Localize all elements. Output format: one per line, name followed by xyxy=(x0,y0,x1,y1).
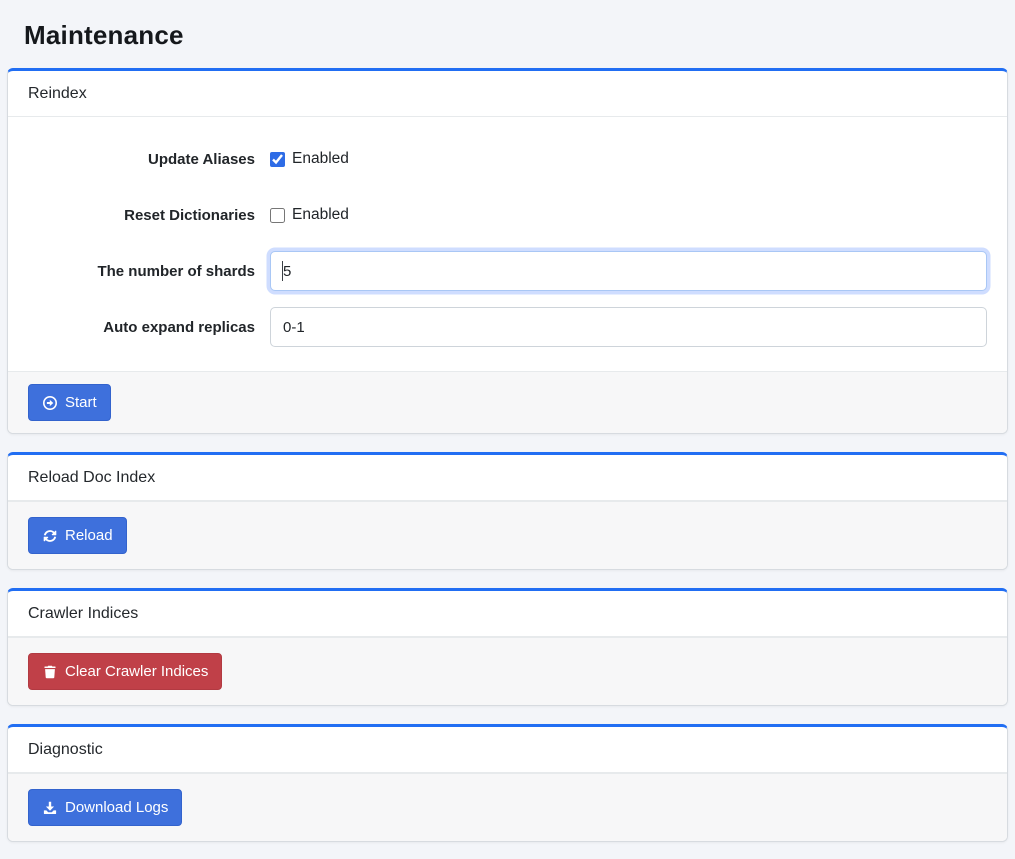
reset-dictionaries-checkbox[interactable] xyxy=(270,208,285,223)
auto-expand-replicas-input[interactable] xyxy=(270,307,987,347)
clear-crawler-indices-button-label: Clear Crawler Indices xyxy=(65,663,208,680)
diagnostic-card-title: Diagnostic xyxy=(28,741,103,758)
diagnostic-card-footer: Download Logs xyxy=(8,773,1007,841)
reset-dictionaries-checkbox-wrap: Enabled xyxy=(270,206,349,224)
start-button-label: Start xyxy=(65,394,97,411)
reindex-card-body: Update Aliases Enabled Reset Dictionarie… xyxy=(8,117,1007,371)
number-of-shards-row: The number of shards xyxy=(28,251,987,291)
reindex-card-title: Reindex xyxy=(28,85,87,102)
content-area: Reindex Update Aliases Enabled Reset Dic… xyxy=(0,68,1015,842)
diagnostic-card-header: Diagnostic xyxy=(8,727,1007,773)
number-of-shards-input[interactable] xyxy=(270,251,987,291)
update-aliases-row: Update Aliases Enabled xyxy=(28,139,987,179)
crawler-indices-card-header: Crawler Indices xyxy=(8,591,1007,637)
update-aliases-checkbox-wrap: Enabled xyxy=(270,150,349,168)
number-of-shards-label: The number of shards xyxy=(28,251,270,291)
start-button[interactable]: Start xyxy=(28,384,111,421)
sync-icon xyxy=(42,528,58,544)
crawler-indices-card-title: Crawler Indices xyxy=(28,605,138,622)
reset-dictionaries-row: Reset Dictionaries Enabled xyxy=(28,195,987,235)
crawler-indices-card-footer: Clear Crawler Indices xyxy=(8,637,1007,705)
download-logs-button-label: Download Logs xyxy=(65,799,168,816)
update-aliases-checkbox-label[interactable]: Enabled xyxy=(292,150,349,168)
auto-expand-replicas-row: Auto expand replicas xyxy=(28,307,987,347)
arrow-circle-right-icon xyxy=(42,395,58,411)
reset-dictionaries-checkbox-label[interactable]: Enabled xyxy=(292,206,349,224)
crawler-indices-card: Crawler Indices Clear Crawler Indices xyxy=(7,588,1008,706)
download-icon xyxy=(42,800,58,816)
clear-crawler-indices-button[interactable]: Clear Crawler Indices xyxy=(28,653,222,690)
reload-button[interactable]: Reload xyxy=(28,517,127,554)
text-caret xyxy=(282,261,283,281)
update-aliases-checkbox[interactable] xyxy=(270,152,285,167)
reload-button-label: Reload xyxy=(65,527,113,544)
auto-expand-replicas-label: Auto expand replicas xyxy=(28,307,270,347)
reindex-card-footer: Start xyxy=(8,371,1007,433)
reload-doc-index-card-title: Reload Doc Index xyxy=(28,469,155,486)
page-title: Maintenance xyxy=(0,0,1015,68)
reindex-card-header: Reindex xyxy=(8,71,1007,117)
reload-doc-index-card-header: Reload Doc Index xyxy=(8,455,1007,501)
diagnostic-card: Diagnostic Download Logs xyxy=(7,724,1008,842)
download-logs-button[interactable]: Download Logs xyxy=(28,789,182,826)
trash-icon xyxy=(42,664,58,680)
update-aliases-label: Update Aliases xyxy=(28,139,270,179)
reset-dictionaries-label: Reset Dictionaries xyxy=(28,195,270,235)
reload-doc-index-card: Reload Doc Index Reload xyxy=(7,452,1008,570)
reload-doc-index-card-footer: Reload xyxy=(8,501,1007,569)
reindex-card: Reindex Update Aliases Enabled Reset Dic… xyxy=(7,68,1008,434)
